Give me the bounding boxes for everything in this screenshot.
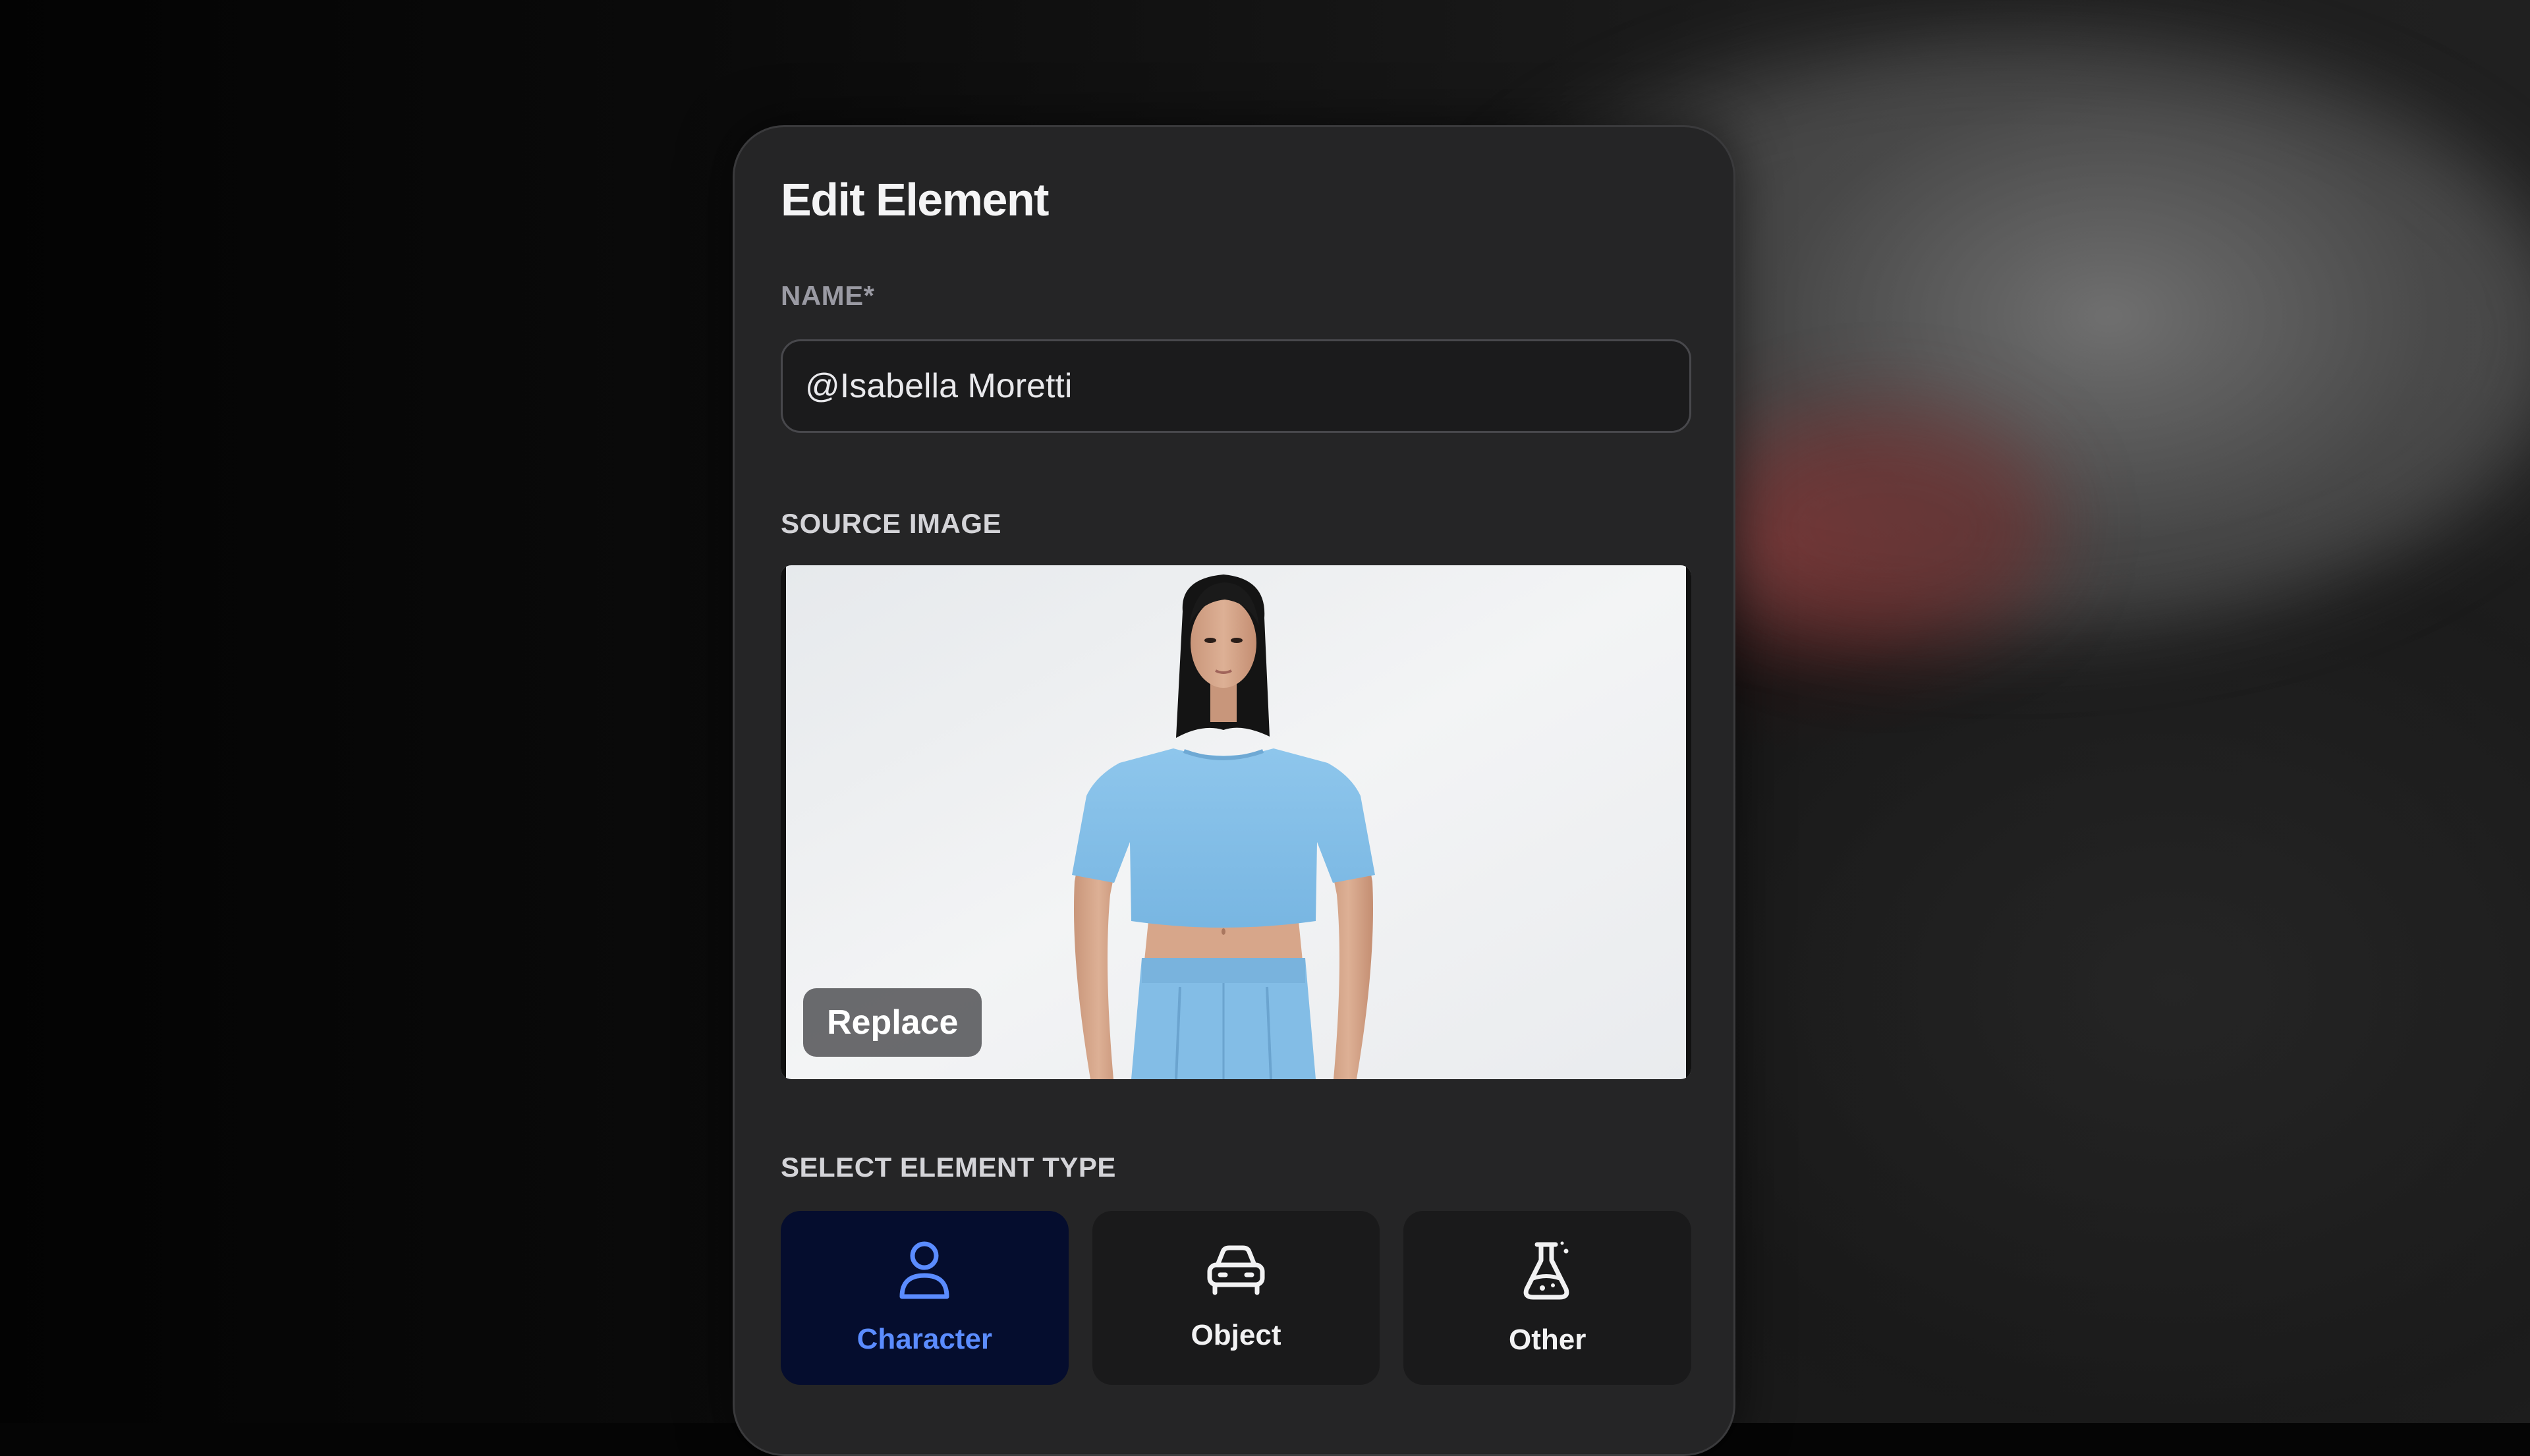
type-option-label: Character xyxy=(857,1323,992,1356)
type-option-character[interactable]: Character xyxy=(781,1211,1069,1385)
source-image-label: SOURCE IMAGE xyxy=(781,508,1001,540)
car-icon xyxy=(1206,1244,1266,1297)
flask-icon xyxy=(1520,1239,1575,1301)
replace-image-button[interactable]: Replace xyxy=(803,988,982,1057)
type-option-label: Object xyxy=(1191,1319,1281,1352)
background-blur-shape-red xyxy=(1713,408,2056,646)
element-type-options: Character Object xyxy=(781,1211,1691,1385)
element-type-label: SELECT ELEMENT TYPE xyxy=(781,1152,1116,1183)
name-input[interactable] xyxy=(781,339,1691,433)
edit-element-dialog: Edit Element NAME* SOURCE IMAGE xyxy=(733,125,1735,1456)
type-option-label: Other xyxy=(1509,1324,1586,1357)
name-field-label: NAME* xyxy=(781,280,875,312)
person-icon xyxy=(897,1240,952,1301)
source-image-preview: Replace xyxy=(781,565,1691,1079)
dialog-title: Edit Element xyxy=(781,173,1048,226)
type-option-object[interactable]: Object xyxy=(1092,1211,1380,1385)
type-option-other[interactable]: Other xyxy=(1403,1211,1691,1385)
